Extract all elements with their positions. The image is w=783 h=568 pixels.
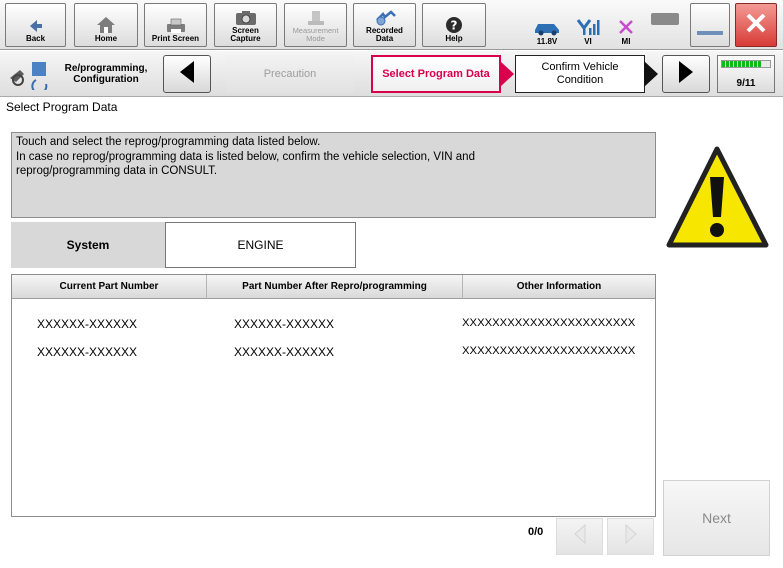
after-part-number: XXXXXX-XXXXXX bbox=[234, 345, 335, 359]
step-confirm-vehicle-condition[interactable]: Confirm Vehicle Condition bbox=[515, 55, 645, 93]
next-step-button[interactable] bbox=[662, 55, 710, 93]
printer-icon bbox=[165, 18, 187, 34]
column-header-other-info[interactable]: Other Information bbox=[463, 275, 655, 299]
measurement-icon bbox=[306, 10, 326, 26]
measurement-mode-label: Measurement Mode bbox=[292, 26, 339, 43]
section-title: Re/programming, Configuration bbox=[64, 63, 148, 85]
help-icon: ? bbox=[445, 16, 463, 34]
recorded-data-icon bbox=[373, 10, 397, 26]
mi-status: MI bbox=[609, 4, 643, 46]
progress-bar-track bbox=[721, 60, 771, 68]
reprogramming-icon bbox=[6, 58, 52, 95]
warning-icon bbox=[665, 145, 770, 260]
minimize-button[interactable] bbox=[690, 3, 730, 47]
recorded-data-label: Recorded Data bbox=[366, 26, 403, 43]
next-page-button[interactable] bbox=[607, 518, 654, 555]
left-arrow-icon bbox=[178, 60, 196, 89]
current-step-arrow-icon bbox=[500, 61, 516, 92]
table-row[interactable]: XXXXXX-XXXXXX XXXXXX-XXXXXX XXXXXXXXXXXX… bbox=[12, 313, 655, 335]
after-part-number: XXXXXX-XXXXXX bbox=[234, 317, 335, 331]
page-right-arrow-icon bbox=[624, 523, 638, 549]
next-step-arrow-icon bbox=[644, 61, 660, 92]
battery-status: 11.8V bbox=[530, 4, 564, 46]
top-toolbar: Back Home Print Screen Screen Capture Me… bbox=[0, 0, 783, 50]
svg-text:?: ? bbox=[451, 19, 458, 33]
back-button[interactable]: Back bbox=[5, 3, 66, 47]
signal-icon bbox=[576, 18, 600, 36]
step-precaution[interactable]: Precaution bbox=[226, 55, 354, 93]
vi-status: VI bbox=[571, 4, 605, 46]
other-information: XXXXXXXXXXXXXXXXXXXXXXX bbox=[462, 317, 636, 329]
progress-bar-fill bbox=[722, 61, 762, 67]
program-data-table: Current Part Number Part Number After Re… bbox=[11, 274, 656, 517]
print-screen-button[interactable]: Print Screen bbox=[144, 3, 207, 47]
system-selector: System ENGINE bbox=[11, 222, 356, 268]
column-header-current-part[interactable]: Current Part Number bbox=[12, 275, 207, 299]
current-part-number: XXXXXX-XXXXXX bbox=[37, 345, 138, 359]
progress-count: 9/11 bbox=[736, 78, 756, 89]
mi-label: MI bbox=[621, 37, 631, 46]
page-title: Select Program Data bbox=[6, 100, 118, 114]
home-button[interactable]: Home bbox=[74, 3, 138, 47]
print-screen-label: Print Screen bbox=[151, 34, 200, 43]
page-count: 0/0 bbox=[528, 526, 544, 538]
previous-page-button[interactable] bbox=[556, 518, 603, 555]
camera-icon bbox=[235, 10, 257, 26]
vi-label: VI bbox=[584, 37, 592, 46]
home-label: Home bbox=[94, 34, 118, 43]
home-icon bbox=[96, 16, 116, 34]
screen-capture-button[interactable]: Screen Capture bbox=[214, 3, 277, 47]
step-progress: 9/11 bbox=[717, 55, 775, 93]
current-part-number: XXXXXX-XXXXXX bbox=[37, 317, 138, 331]
page-left-arrow-icon bbox=[573, 523, 587, 549]
screen-capture-label: Screen Capture bbox=[230, 26, 261, 43]
close-button[interactable] bbox=[735, 3, 777, 47]
disconnected-x-icon bbox=[617, 18, 635, 36]
measurement-mode-button[interactable]: Measurement Mode bbox=[284, 3, 347, 47]
previous-step-button[interactable] bbox=[163, 55, 211, 93]
close-icon bbox=[743, 10, 769, 41]
system-value[interactable]: ENGINE bbox=[165, 222, 356, 268]
column-header-after-repro[interactable]: Part Number After Repro/programming bbox=[207, 275, 463, 299]
help-label: Help bbox=[445, 34, 463, 43]
recorded-data-button[interactable]: Recorded Data bbox=[353, 3, 416, 47]
step-select-program-data[interactable]: Select Program Data bbox=[371, 55, 501, 93]
battery-indicator-icon bbox=[651, 13, 679, 25]
minimize-icon bbox=[697, 31, 723, 35]
battery-voltage: 11.8V bbox=[536, 37, 558, 46]
right-arrow-icon bbox=[677, 60, 695, 89]
system-label: System bbox=[11, 222, 165, 268]
table-row[interactable]: XXXXXX-XXXXXX XXXXXX-XXXXXX XXXXXXXXXXXX… bbox=[12, 341, 655, 363]
next-button[interactable]: Next bbox=[663, 480, 770, 556]
navigation-bar: Re/programming, Configuration Precaution… bbox=[0, 51, 783, 97]
car-icon bbox=[532, 20, 562, 36]
other-information: XXXXXXXXXXXXXXXXXXXXXXX bbox=[462, 345, 636, 357]
back-arrow-icon bbox=[28, 18, 44, 34]
instructions-text: Touch and select the reprog/programming … bbox=[16, 136, 475, 177]
back-label: Back bbox=[25, 34, 46, 43]
instructions-box: Touch and select the reprog/programming … bbox=[11, 132, 656, 218]
help-button[interactable]: ? Help bbox=[422, 3, 486, 47]
